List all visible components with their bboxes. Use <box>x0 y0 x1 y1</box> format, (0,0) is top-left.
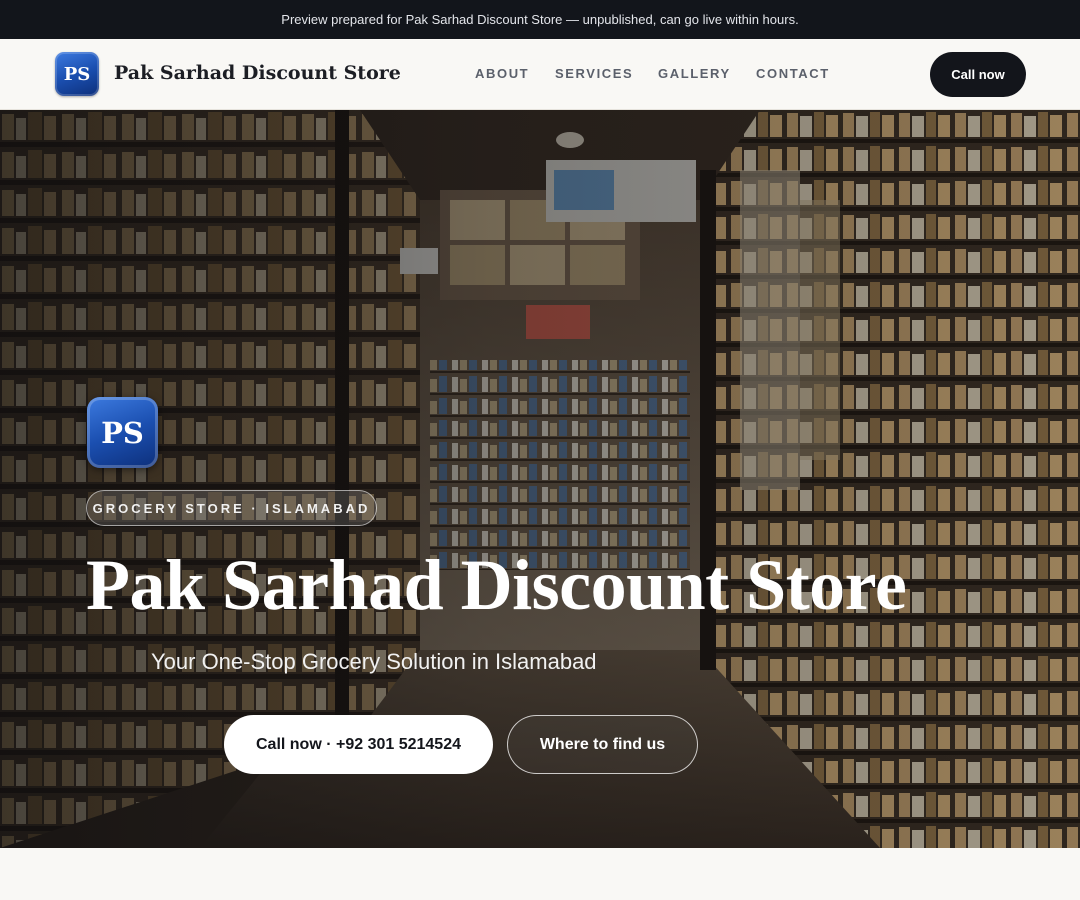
category-badge: GROCERY STORE · ISLAMABAD <box>86 490 377 526</box>
call-phone-button[interactable]: Call now · +92 301 5214524 <box>224 715 493 774</box>
header-call-button[interactable]: Call now <box>930 52 1026 97</box>
hero-subtitle: Your One-Stop Grocery Solution in Islama… <box>151 649 597 674</box>
hero-logo: PS <box>87 397 158 468</box>
brand-logo[interactable]: PS <box>55 52 99 96</box>
next-section <box>0 848 1080 900</box>
nav-services[interactable]: SERVICES <box>555 66 633 81</box>
brand-logo-text: PS <box>63 63 91 85</box>
hero-section: PS GROCERY STORE · ISLAMABAD Pak Sarhad … <box>0 110 1080 848</box>
nav-contact[interactable]: CONTACT <box>756 66 830 81</box>
hero-logo-text: PS <box>101 415 144 450</box>
preview-banner-text: Preview prepared for Pak Sarhad Discount… <box>281 12 799 27</box>
find-us-button[interactable]: Where to find us <box>507 715 698 774</box>
hero-title: Pak Sarhad Discount Store <box>86 545 907 625</box>
nav-about[interactable]: ABOUT <box>475 66 529 81</box>
preview-banner: Preview prepared for Pak Sarhad Discount… <box>0 0 1080 39</box>
site-header: PS Pak Sarhad Discount Store ABOUT SERVI… <box>0 39 1080 110</box>
nav-gallery[interactable]: GALLERY <box>658 66 731 81</box>
brand-name[interactable]: Pak Sarhad Discount Store <box>114 62 401 84</box>
